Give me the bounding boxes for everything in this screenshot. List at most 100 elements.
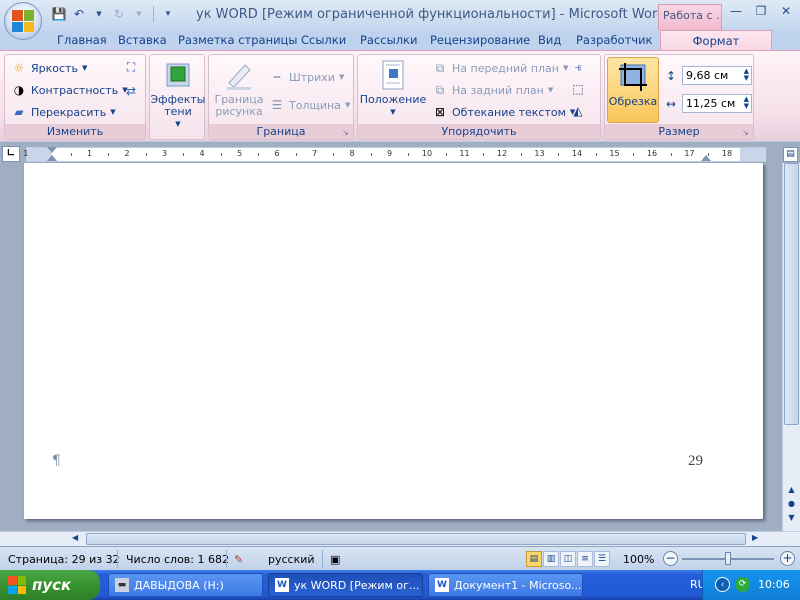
horizontal-scrollbar[interactable]: ◀ ▶: [0, 531, 800, 546]
width-input[interactable]: 11,25 см ▲ ▼: [682, 94, 752, 113]
group-adjust: ☼ Яркость ▼ ◑ Контрастность ▼ ▰ Перекрас…: [4, 54, 146, 140]
outline-icon[interactable]: ≡: [577, 551, 593, 567]
brightness-icon: ☼: [13, 61, 25, 75]
send-back-label: На задний план: [452, 83, 544, 97]
taskbar-item-label: Документ1 - Microso...: [454, 578, 582, 592]
zoom-in-icon[interactable]: +: [780, 551, 795, 566]
horizontal-scroll-thumb[interactable]: [86, 533, 746, 545]
ruler-tick: [633, 153, 635, 156]
align-icon[interactable]: ⫣: [570, 59, 586, 75]
ruler-number: 2: [124, 149, 130, 158]
send-to-back-button[interactable]: ⧉ На задний план ▼: [432, 80, 554, 100]
recolor-button[interactable]: ▰ Перекрасить ▼: [11, 102, 115, 122]
group-size-label: Размер: [605, 124, 753, 139]
tab-review[interactable]: Рецензирование: [430, 30, 530, 50]
web-layout-icon[interactable]: ◫: [560, 551, 576, 567]
ruler-number: 9: [386, 149, 393, 158]
ruler-tick: [108, 153, 110, 156]
ruler-tick: [333, 153, 335, 156]
horizontal-ruler[interactable]: 1 1 2 3 4 5 6 7 8 9 10 11 12 13 14 15 16 17 18: [23, 147, 766, 162]
right-indent-marker[interactable]: [701, 155, 711, 161]
windows-logo-icon: [8, 576, 26, 594]
vertical-scroll-thumb[interactable]: [784, 163, 799, 425]
spinner-arrows-icon[interactable]: ▲ ▼: [744, 68, 749, 82]
tab-view[interactable]: Вид: [538, 30, 561, 50]
zoom-level[interactable]: 100%: [623, 553, 654, 566]
contrast-button[interactable]: ◑ Контрастность ▼: [11, 80, 128, 100]
status-separator: [226, 550, 227, 568]
taskbar-item-document1[interactable]: W Документ1 - Microso...: [428, 573, 583, 597]
tab-insert[interactable]: Вставка: [118, 30, 167, 50]
undo-icon[interactable]: ↶: [70, 5, 88, 23]
shadow-effects-button[interactable]: Эффекты тени ▼: [151, 59, 206, 130]
rotate-icon[interactable]: ◭: [570, 103, 586, 119]
office-button[interactable]: [4, 2, 42, 40]
recolor-label: Перекрасить: [31, 105, 107, 119]
hanging-indent-marker[interactable]: [47, 155, 57, 161]
scroll-right-icon[interactable]: ▶: [752, 533, 758, 542]
tab-references[interactable]: Ссылки: [301, 30, 346, 50]
customize-qat-icon[interactable]: ▾: [159, 5, 177, 23]
word-icon: W: [275, 578, 289, 592]
dialog-launcher-icon[interactable]: ↘: [742, 128, 751, 137]
height-input[interactable]: 9,68 см ▲ ▼: [682, 66, 752, 85]
tray-app-icon[interactable]: ⟳: [735, 577, 750, 592]
vertical-scrollbar[interactable]: ▲ ● ▼: [782, 163, 800, 531]
brightness-button[interactable]: ☼ Яркость ▼: [11, 58, 88, 78]
restore-icon[interactable]: ❐: [750, 3, 772, 21]
compress-pictures-icon[interactable]: ⛶: [123, 59, 139, 75]
browse-object-icon[interactable]: ●: [787, 499, 796, 508]
tray-expand-icon[interactable]: ‹: [715, 577, 730, 592]
start-button[interactable]: пуск: [0, 570, 100, 600]
ruler-number: 15: [609, 149, 620, 158]
redo-icon[interactable]: ↻: [110, 5, 128, 23]
bring-to-front-button[interactable]: ⧉ На передний план ▼: [432, 58, 569, 78]
tab-developer[interactable]: Разработчик: [576, 30, 653, 50]
spinner-arrows-icon[interactable]: ▲ ▼: [744, 96, 749, 110]
ruler-number: 1: [86, 149, 93, 158]
tab-mailings[interactable]: Рассылки: [360, 30, 417, 50]
crop-button[interactable]: Обрезка: [607, 57, 659, 123]
print-layout-icon[interactable]: ▤: [526, 551, 542, 567]
page[interactable]: ¶ 29: [24, 163, 763, 519]
next-page-icon[interactable]: ▼: [787, 513, 796, 522]
zoom-slider-thumb[interactable]: [725, 552, 731, 565]
macro-record-icon[interactable]: ▣: [330, 553, 340, 566]
tab-home[interactable]: Главная: [57, 30, 107, 50]
page-indicator[interactable]: Страница: 29 из 32: [8, 553, 120, 566]
brightness-label: Яркость: [31, 61, 78, 75]
zoom-out-icon[interactable]: −: [663, 551, 678, 566]
redo-dropdown-icon[interactable]: ▼: [130, 5, 148, 23]
change-picture-icon[interactable]: ⇄: [123, 83, 139, 99]
language-indicator[interactable]: русский: [268, 553, 315, 566]
word-count[interactable]: Число слов: 1 682: [126, 553, 229, 566]
dialog-launcher-icon[interactable]: ↘: [342, 128, 351, 137]
full-screen-reading-icon[interactable]: ▥: [543, 551, 559, 567]
group-arrange: Положение ▼ ⧉ На передний план ▼ ⧉ На за…: [357, 54, 601, 140]
minimize-icon[interactable]: —: [725, 3, 747, 21]
position-icon: [382, 60, 404, 90]
width-value: 11,25 см: [686, 97, 736, 110]
picture-tools-context-title: Работа с ...: [658, 4, 722, 30]
weight-button[interactable]: ☰ Толщина ▼: [269, 95, 351, 115]
text-wrapping-button[interactable]: ⊠ Обтекание текстом ▼: [432, 102, 575, 122]
previous-page-icon[interactable]: ▲: [787, 485, 796, 494]
save-icon[interactable]: 💾: [50, 5, 68, 23]
taskbar-item-word-active[interactable]: W ук WORD [Режим ог...: [268, 573, 423, 597]
view-ruler-icon[interactable]: ▤: [783, 147, 798, 162]
close-icon[interactable]: ✕: [775, 3, 797, 21]
first-line-indent-marker[interactable]: [47, 147, 57, 153]
undo-dropdown-icon[interactable]: ▼: [90, 5, 108, 23]
tab-selector[interactable]: ∟: [2, 146, 20, 162]
scroll-left-icon[interactable]: ◀: [72, 533, 78, 542]
tab-format[interactable]: Формат: [660, 30, 772, 51]
tab-page-layout[interactable]: Разметка страницы: [178, 30, 297, 50]
taskbar-item-drive[interactable]: ▬ ДАВЫДОВА (H:): [108, 573, 263, 597]
view-buttons: ▤ ▥ ◫ ≡ ☰: [526, 551, 611, 567]
proofing-icon[interactable]: ✎: [234, 553, 243, 566]
picture-border-button[interactable]: Граница рисунка: [211, 59, 267, 118]
dashes-button[interactable]: ┅ Штрихи ▼: [269, 67, 344, 87]
position-button[interactable]: Положение ▼: [360, 59, 426, 118]
draft-icon[interactable]: ☰: [594, 551, 610, 567]
group-objects-icon[interactable]: ⬚: [570, 81, 586, 97]
